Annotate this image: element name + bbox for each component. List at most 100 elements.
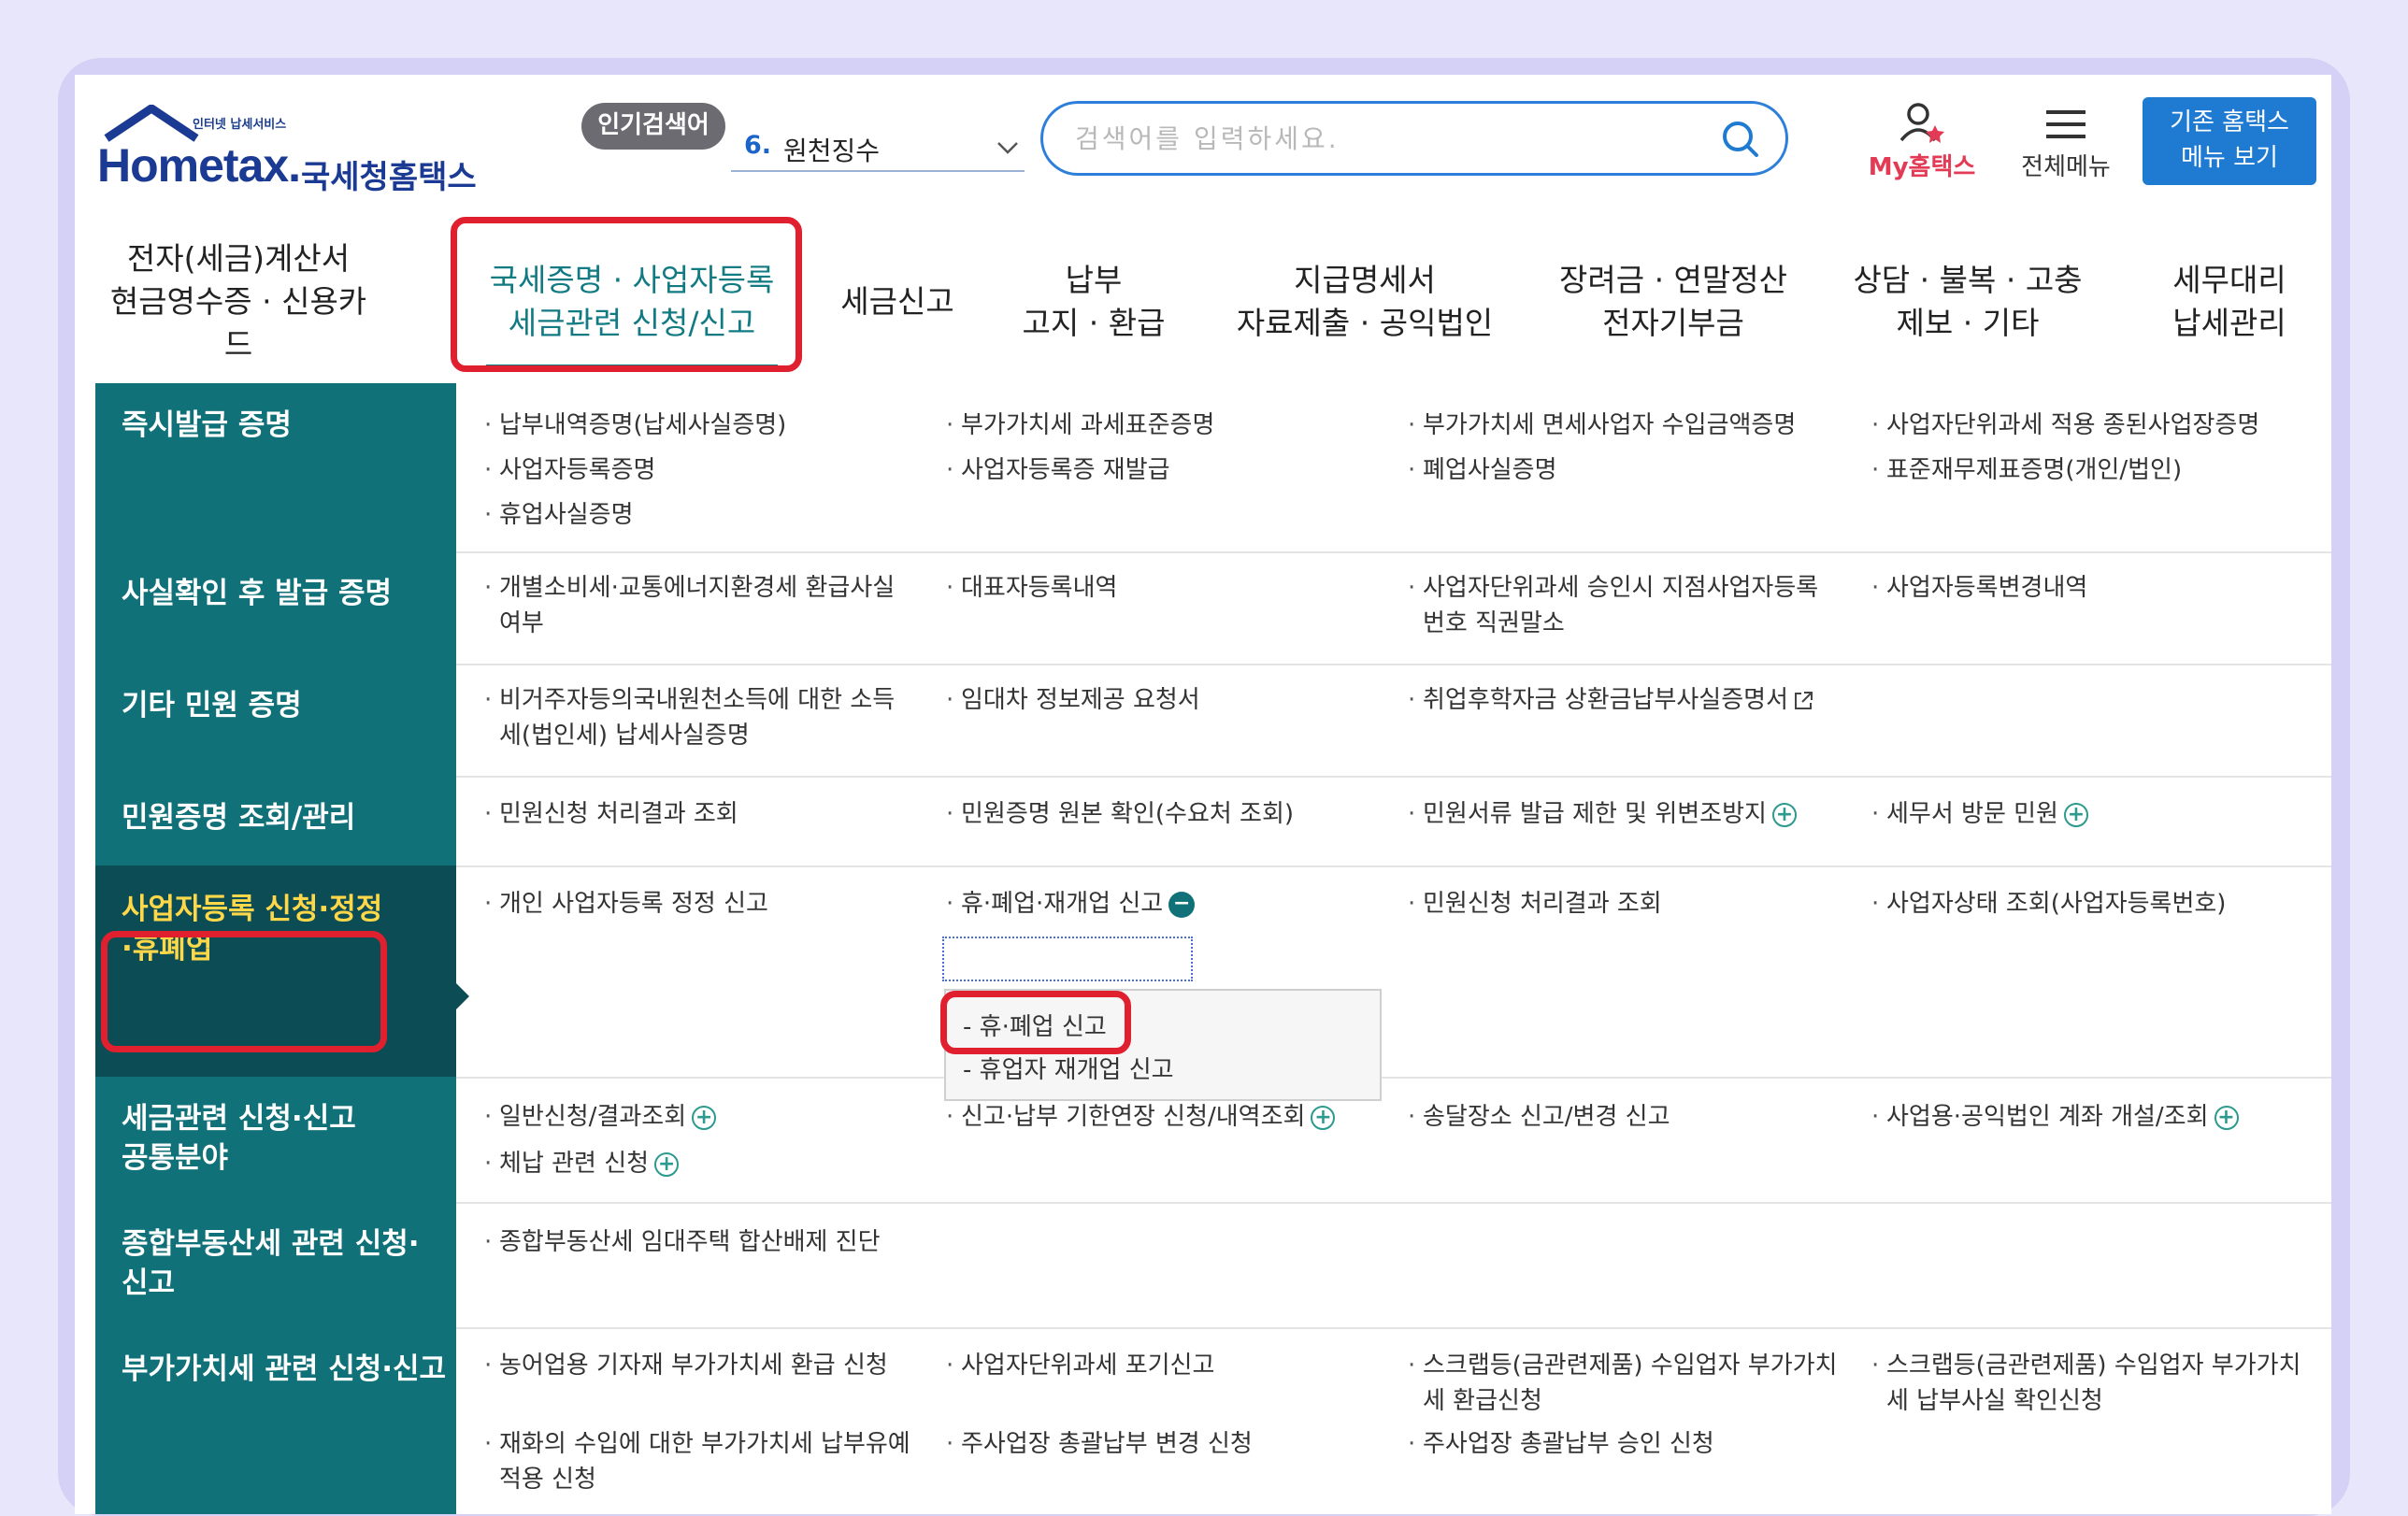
expand-plus-icon[interactable]: + [1771,802,1797,827]
category-label: 사실확인 후 발급 증명 [95,551,456,664]
tab-payment-statement[interactable]: 지급명세서 자료제출 · 공익법인 [1225,222,1505,381]
expand-plus-icon[interactable]: + [2214,1105,2239,1130]
submenu-item-label: 휴업자 재개업 신고 [979,1056,1174,1084]
expand-plus-icon[interactable]: + [692,1105,717,1130]
hometax-page: 인터넷 납세서비스 Hometax. 국세청홈택스 인기검색어 6. 원천징수 … [75,75,2331,1514]
menu-link[interactable]: 민원서류 발급 제한 및 위변조방지+ [1398,796,1856,832]
menu-link[interactable]: 취업후학자금 상환금납부사실증명서 [1398,682,1856,718]
tab-label: 현금영수증 · 신용카드 [109,283,367,363]
logo-tagline: 인터넷 납세서비스 [193,118,287,132]
my-hometax-button[interactable]: My홈택스 [1856,99,1987,183]
category-text: 공통분야 [122,1141,229,1175]
menu-link[interactable]: 민원신청 처리결과 조회 [475,796,914,832]
hamburger-menu-icon [2046,110,2086,138]
menu-link[interactable]: 일반신청/결과조회+ [475,1099,914,1135]
popular-search-select[interactable]: 6. 원천징수 [731,123,1025,172]
tab-label: 납세관리 [2172,305,2286,341]
menu-link[interactable]: 스크랩등(금관련제품) 수입업자 부가가치세 환급신청 [1398,1348,1847,1419]
menu-link-text: 세무서 방문 민원 [1886,800,2058,828]
menu-link[interactable]: 송달장소 신고/변경 신고 [1398,1099,1838,1135]
menu-link[interactable]: 개인 사업자등록 정정 신고 [475,886,914,922]
popular-keyword: 원천징수 [783,136,881,166]
category-text: 세금관련 신청·신고 [122,1102,356,1136]
menu-link[interactable]: 사업자단위과세 적용 종된사업장증명 [1862,408,2320,443]
tab-payment[interactable]: 납부 고지 · 환급 [1000,222,1187,381]
expand-plus-icon[interactable]: + [1311,1105,1336,1130]
menu-link[interactable]: 납부내역증명(납세사실증명) [475,408,924,443]
menu-link-expanded[interactable]: 휴·폐업·재개업 신고− [937,886,1376,922]
menu-link[interactable]: 휴업사실증명 [475,497,924,533]
menu-link[interactable]: 부가가치세 과세표준증명 [937,408,1385,443]
menu-link[interactable]: 사업자단위과세 포기신고 [937,1348,1376,1383]
menu-row: 기타 민원 증명 비거주자등의국내원천소득에 대한 소득세(법인세) 납세사실증… [95,664,2331,778]
menu-link[interactable]: 사업자등록변경내역 [1862,570,2311,606]
menu-link[interactable]: 사업자단위과세 승인시 지점사업자등록 번호 직권말소 [1398,570,1838,641]
collapse-minus-icon[interactable]: − [1168,891,1196,918]
menu-link[interactable]: 사업용·공익법인 계좌 개설/조회+ [1862,1099,2320,1135]
menu-link-text: 체납 관련 신청 [499,1150,650,1178]
category-label: 즉시발급 증명 [95,383,456,551]
menu-link[interactable]: 민원증명 원본 확인(수요처 조회) [937,796,1376,832]
category-text: 신고 [122,1266,176,1300]
menu-link[interactable]: 개별소비세·교통에너지환경세 환급사실 여부 [475,570,905,641]
tab-label: 자료제출 · 공익법인 [1236,305,1494,341]
search-box [1040,101,1788,176]
tab-e-invoice[interactable]: 전자(세금)계산서 현금영수증 · 신용카드 [103,222,374,381]
menu-link[interactable]: 사업자등록증 재발급 [937,452,1385,488]
menu-link[interactable]: 임대차 정보제공 요청서 [937,682,1376,718]
all-menu-button[interactable]: 전체메뉴 [2008,99,2124,183]
menu-link[interactable]: 농어업용 기자재 부가가치세 환급 신청 [475,1348,914,1383]
menu-link[interactable]: 체납 관련 신청+ [475,1146,914,1181]
search-input[interactable] [1073,117,1694,160]
menu-row: 즉시발급 증명 납부내역증명(납세사실증명) 부가가치세 과세표준증명 부가가치… [95,383,2331,553]
menu-link[interactable]: 폐업사실증명 [1398,452,1847,488]
menu-link[interactable]: 비거주자등의국내원천소득에 대한 소득세(법인세) 납세사실증명 [475,682,914,753]
menu-link[interactable]: 재화의 수입에 대한 부가가치세 납부유예 적용 신청 [475,1426,924,1497]
menu-link[interactable]: 대표자등록내역 [937,570,1367,606]
menu-link[interactable]: 부가가치세 면세사업자 수입금액증명 [1398,408,1847,443]
expand-plus-icon[interactable]: + [654,1151,680,1177]
menu-link[interactable]: 민원신청 처리결과 조회 [1398,886,1838,922]
tab-tax-filing[interactable]: 세금신고 [823,222,972,381]
menu-link[interactable]: 주사업장 총괄납부 변경 신청 [937,1426,1376,1462]
tab-consultation[interactable]: 상담 · 불복 · 고충 제보 · 기타 [1842,222,2094,381]
tab-label: 세금신고 [840,283,954,320]
all-menu-label: 전체메뉴 [2021,153,2111,181]
menu-link[interactable]: 표준재무제표증명(개인/법인) [1862,452,2320,488]
external-link-icon [1795,691,1813,709]
category-label: 기타 민원 증명 [95,664,456,776]
tab-label: 전자기부금 [1602,305,1744,341]
tab-label: 지급명세서 [1294,262,1436,298]
selected-row-arrow [456,983,469,1009]
highlight-box-tab [451,217,802,372]
my-hometax-label: My홈택스 [1868,153,1976,181]
category-label: 세금관련 신청·신고 공통분야 [95,1077,456,1202]
category-label: 종합부동산세 관련 신청· 신고 [95,1202,456,1327]
menu-row: 민원증명 조회/관리 민원신청 처리결과 조회 민원증명 원본 확인(수요처 조… [95,776,2331,867]
highlight-box-category [101,931,387,1052]
tab-tax-agent[interactable]: 세무대리 납세관리 [2150,222,2309,381]
menu-link[interactable]: 종합부동산세 임대주택 합산배제 진단 [475,1224,924,1260]
chevron-down-icon [997,142,1018,154]
tab-label: 고지 · 환급 [1022,305,1166,341]
menu-link[interactable]: 신고·납부 기한연장 신청/내역조회+ [937,1099,1385,1135]
old-menu-button[interactable]: 기존 홈택스 메뉴 보기 [2143,97,2316,185]
category-text: 종합부동산세 관련 신청· [122,1227,420,1261]
search-icon[interactable] [1720,119,1761,160]
expand-plus-icon[interactable]: + [2063,802,2088,827]
keyboard-focus-outline [942,937,1193,981]
menu-link[interactable]: 사업자등록증명 [475,452,924,488]
hometax-logo[interactable]: 인터넷 납세서비스 Hometax. 국세청홈택스 [97,101,480,196]
menu-row: 부가가치세 관련 신청·신고 농어업용 기자재 부가가치세 환급 신청 사업자단… [95,1327,2331,1514]
menu-link[interactable]: 세무서 방문 민원+ [1862,796,2311,832]
menu-link[interactable]: 사업자상태 조회(사업자등록번호) [1862,886,2311,922]
old-menu-line1: 기존 홈택스 [2170,108,2289,136]
menu-link-text: 신고·납부 기한연장 신청/내역조회 [961,1103,1306,1131]
menu-link[interactable]: 주사업장 총괄납부 승인 신청 [1398,1426,1847,1462]
submenu-item-reopen[interactable]: - 휴업자 재개업 신고 [963,1051,1174,1085]
category-label: 부가가치세 관련 신청·신고 [95,1327,456,1514]
menu-link[interactable]: 스크랩등(금관련제품) 수입업자 부가가치세 납부사실 확인신청 [1862,1348,2320,1419]
tab-incentives-yearend[interactable]: 장려금 · 연말정산 전자기부금 [1542,222,1804,381]
tab-label: 세무대리 [2172,262,2286,298]
user-icon [1899,103,1944,143]
